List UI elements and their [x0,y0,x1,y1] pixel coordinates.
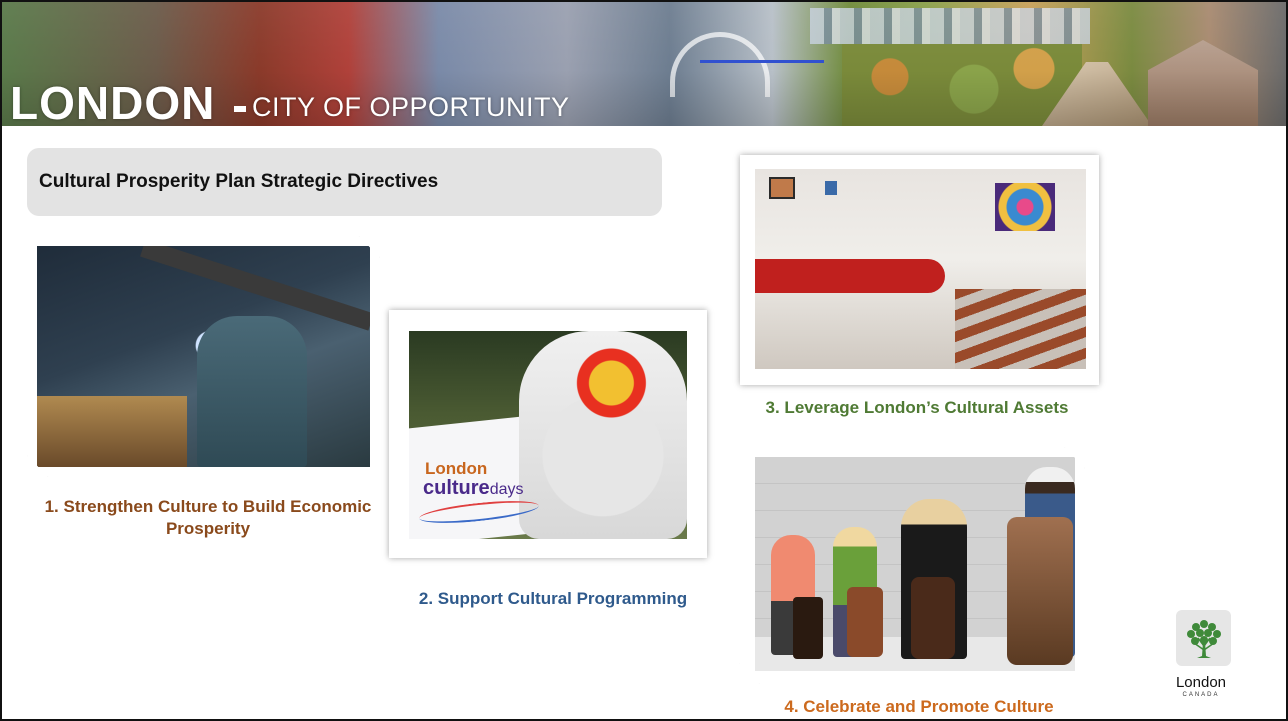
gallery-red-railing [755,259,945,293]
photo-culture-days: London culturedays [389,310,707,558]
logo-name: London [1175,674,1227,691]
logo-subtext: CANADA [1182,692,1220,698]
gallery-artwork-blue [825,181,837,195]
photo-drumming [739,447,1085,684]
directive-3-caption: 3. Leverage London’s Cultural Assets [765,398,1069,417]
banner-subtitle-text: CITY OF OPPORTUNITY [252,92,570,122]
section-heading: Cultural Prosperity Plan Strategic Direc… [39,171,439,192]
directive-1-caption: 1. Strengthen Culture to Build Economic … [44,497,372,538]
sign-text-culture: culture [423,477,490,499]
directive-2-caption: 2. Support Cultural Programming [418,589,688,608]
tree-icon [1186,620,1221,658]
directive-4-caption: 4. Celebrate and Promote Culture [784,697,1054,716]
photo-gallery [740,155,1099,385]
lion-dance-costume [519,331,687,539]
london-logo: London CANADA [1166,610,1236,710]
section-heading-box: Cultural Prosperity Plan Strategic Direc… [27,148,662,216]
header-banner: LONDON CITY OF OPPORTUNITY [2,2,1286,126]
drum-2 [847,587,883,657]
welder-figure [197,316,307,467]
photo-welding [27,236,380,477]
gallery-stairs [955,289,1086,369]
banner-subtitle: CITY OF OPPORTUNITY [234,90,570,124]
logo-badge [1176,610,1231,666]
banner-title: LONDON [10,77,216,126]
photo-drumming-image [755,457,1075,671]
subtitle-dash [234,105,246,112]
drum-4 [1007,517,1073,665]
gallery-artwork-small [769,177,795,199]
photo-culture-days-image: London culturedays [409,331,687,539]
sign-text-days: days [489,481,524,498]
workshop-interior [37,396,187,467]
gallery-artwork-colorful [995,183,1055,231]
sign-text-london: London [425,459,488,478]
drum-3 [911,577,955,659]
drum-1 [793,597,823,659]
sign-text-culturedays: culturedays [423,478,523,500]
photo-welding-image [37,246,370,467]
photo-gallery-image [755,169,1086,369]
